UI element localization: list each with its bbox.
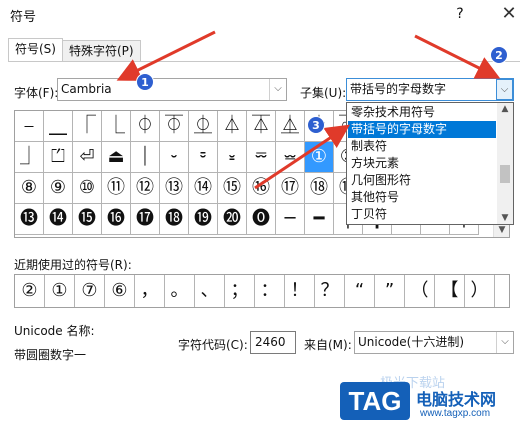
watermark: 极光下载站 TAG 电脑技术网 www.tagxp.com xyxy=(340,376,528,423)
watermark-title: 电脑技术网 xyxy=(416,390,497,409)
annotation-arrows xyxy=(116,30,501,190)
arrow-to-subset-item xyxy=(254,124,350,190)
arrow-to-font xyxy=(116,30,216,81)
watermark-logo: TAG xyxy=(340,382,410,420)
annotation-badge-2: 2 xyxy=(490,46,508,64)
arrow-to-subset-dropdown xyxy=(414,34,501,79)
annotation-badge-3: 3 xyxy=(307,116,325,134)
watermark-url: www.tagxp.com xyxy=(420,408,491,419)
annotation-badge-1: 1 xyxy=(136,73,154,91)
